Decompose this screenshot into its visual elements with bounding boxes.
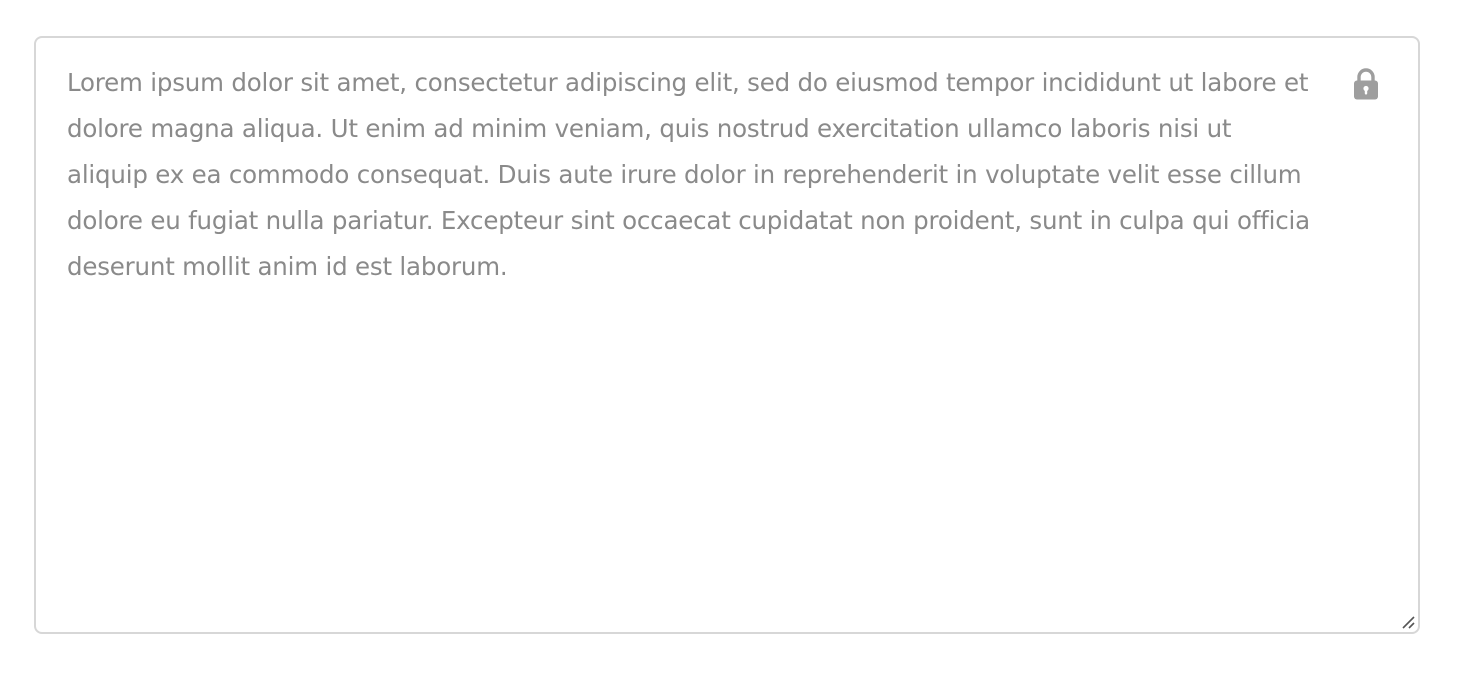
textarea-text: Lorem ipsum dolor sit amet, consectetur … bbox=[67, 68, 1310, 281]
resize-handle-icon[interactable] bbox=[1400, 614, 1416, 630]
lock-icon bbox=[1352, 67, 1380, 101]
readonly-textarea[interactable]: Lorem ipsum dolor sit amet, consectetur … bbox=[34, 36, 1420, 634]
